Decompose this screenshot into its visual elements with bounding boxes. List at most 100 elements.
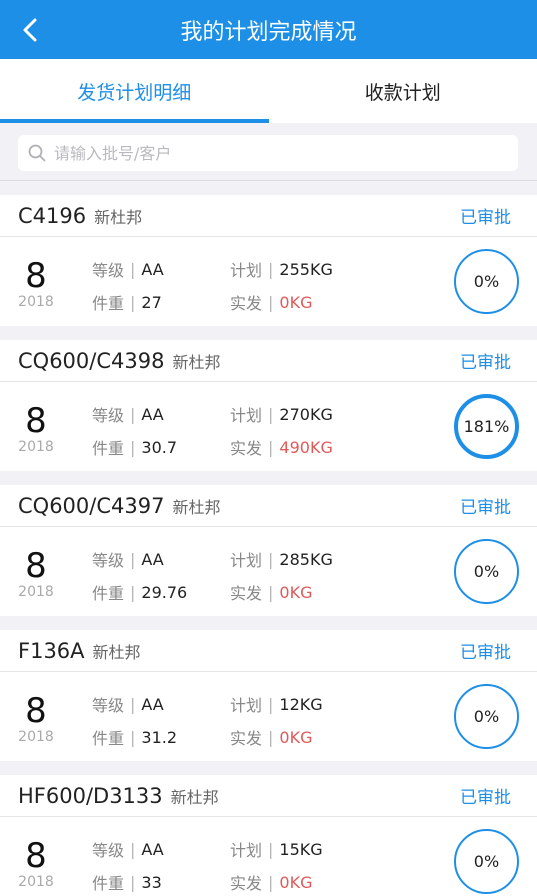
divider: | [130, 727, 136, 747]
actual-field: 实发 | 0KG [230, 580, 312, 604]
plan-label: 计划 [230, 551, 263, 570]
weight-value: 27 [141, 292, 162, 312]
divider: | [268, 549, 274, 569]
divider: | [130, 839, 136, 859]
completion-circle: 0% [454, 539, 519, 604]
completion-circle: 0% [454, 829, 519, 894]
weight-field: 件重 | 31.2 [92, 725, 177, 749]
status-badge[interactable]: 已审批 [460, 493, 511, 518]
customer-name: 新杜邦 [94, 207, 143, 227]
card-header: F136A 新杜邦 已审批 [0, 630, 537, 672]
grade-label: 等级 [92, 551, 125, 570]
grade-value: AA [141, 404, 164, 424]
actual-field: 实发 | 490KG [230, 435, 333, 459]
completion-circle: 0% [454, 249, 519, 314]
date-year: 2018 [18, 439, 54, 455]
divider: | [268, 582, 274, 602]
tab-bar: 发货计划明细 收款计划 [0, 59, 537, 123]
status-badge[interactable]: 已审批 [460, 348, 511, 373]
grade-label: 等级 [92, 261, 125, 280]
plan-card[interactable]: C4196 新杜邦 已审批 8 2018 等级 | AA 件重 | 27 计划 | 255K… [0, 195, 537, 326]
card-body: 8 2018 等级 | AA 件重 | 29.76 计划 | 285KG 实发 | 0KG 0% [0, 527, 537, 616]
weight-field: 件重 | 33 [92, 870, 162, 894]
weight-value: 29.76 [141, 582, 188, 602]
actual-value: 0KG [279, 872, 313, 892]
divider: | [268, 292, 274, 312]
back-button[interactable] [10, 10, 50, 50]
date-day: 8 [25, 401, 47, 441]
grade-field: 等级 | AA [92, 257, 164, 281]
plan-card[interactable]: CQ600/C4397 新杜邦 已审批 8 2018 等级 | AA 件重 | 29.7… [0, 485, 537, 616]
status-badge[interactable]: 已审批 [460, 783, 511, 808]
actual-field: 实发 | 0KG [230, 870, 312, 894]
date-day: 8 [25, 836, 47, 876]
date-year: 2018 [18, 294, 54, 310]
divider: | [130, 694, 136, 714]
card-header: C4196 新杜邦 已审批 [0, 195, 537, 237]
tab-shipment-plan[interactable]: 发货计划明细 [0, 59, 269, 123]
weight-value: 33 [141, 872, 162, 892]
weight-label: 件重 [92, 294, 125, 313]
batch-number: C4196 [18, 203, 87, 228]
card-header: HF600/D3133 新杜邦 已审批 [0, 775, 537, 817]
weight-value: 30.7 [141, 437, 178, 457]
plan-value: 255KG [279, 259, 333, 279]
actual-value: 0KG [279, 727, 313, 747]
weight-label: 件重 [92, 584, 125, 603]
tab-payment-plan[interactable]: 收款计划 [269, 59, 537, 123]
actual-field: 实发 | 0KG [230, 725, 312, 749]
plan-field: 计划 | 15KG [230, 837, 323, 861]
weight-label: 件重 [92, 439, 125, 458]
batch-number: CQ600/C4398 [18, 348, 165, 373]
completion-circle: 0% [454, 684, 519, 749]
plan-field: 计划 | 255KG [230, 257, 333, 281]
plan-value: 270KG [279, 404, 333, 424]
actual-label: 实发 [230, 729, 263, 748]
status-badge[interactable]: 已审批 [460, 203, 511, 228]
plan-label: 计划 [230, 406, 263, 425]
card-body: 8 2018 等级 | AA 件重 | 30.7 计划 | 270KG 实发 | 490KG 1… [0, 382, 537, 471]
actual-label: 实发 [230, 584, 263, 603]
search-box[interactable] [18, 135, 518, 171]
weight-value: 31.2 [141, 727, 178, 747]
plan-card[interactable]: HF600/D3133 新杜邦 已审批 8 2018 等级 | AA 件重 | 33 计… [0, 775, 537, 896]
divider: | [130, 259, 136, 279]
card-body: 8 2018 等级 | AA 件重 | 33 计划 | 15KG 实发 | 0KG 0% [0, 817, 537, 896]
divider: | [130, 292, 136, 312]
plan-label: 计划 [230, 841, 263, 860]
grade-field: 等级 | AA [92, 837, 164, 861]
divider: | [268, 437, 274, 457]
app-header: 我的计划完成情况 [0, 0, 537, 59]
plan-card[interactable]: CQ600/C4398 新杜邦 已审批 8 2018 等级 | AA 件重 | 30.7… [0, 340, 537, 471]
plan-card[interactable]: F136A 新杜邦 已审批 8 2018 等级 | AA 件重 | 31.2 计划 | 12… [0, 630, 537, 761]
date-day: 8 [25, 256, 47, 296]
grade-label: 等级 [92, 841, 125, 860]
divider: | [130, 437, 136, 457]
actual-value: 0KG [279, 582, 313, 602]
divider: | [268, 694, 274, 714]
divider: | [268, 259, 274, 279]
divider: | [130, 549, 136, 569]
divider: | [268, 872, 274, 892]
date-day: 8 [25, 546, 47, 586]
date-day: 8 [25, 691, 47, 731]
grade-label: 等级 [92, 406, 125, 425]
plan-list: C4196 新杜邦 已审批 8 2018 等级 | AA 件重 | 27 计划 | 255K… [0, 195, 537, 896]
customer-name: 新杜邦 [170, 787, 219, 807]
actual-label: 实发 [230, 439, 263, 458]
card-body: 8 2018 等级 | AA 件重 | 27 计划 | 255KG 实发 | 0KG 0% [0, 237, 537, 326]
grade-field: 等级 | AA [92, 692, 164, 716]
actual-value: 490KG [279, 437, 333, 457]
divider: | [130, 872, 136, 892]
search-input[interactable] [54, 143, 494, 163]
weight-field: 件重 | 29.76 [92, 580, 187, 604]
plan-label: 计划 [230, 696, 263, 715]
search-icon [28, 143, 48, 163]
chevron-left-icon [23, 18, 37, 42]
status-badge[interactable]: 已审批 [460, 638, 511, 663]
weight-label: 件重 [92, 874, 125, 893]
actual-value: 0KG [279, 292, 313, 312]
date-year: 2018 [18, 874, 54, 890]
actual-field: 实发 | 0KG [230, 290, 312, 314]
plan-field: 计划 | 12KG [230, 692, 323, 716]
